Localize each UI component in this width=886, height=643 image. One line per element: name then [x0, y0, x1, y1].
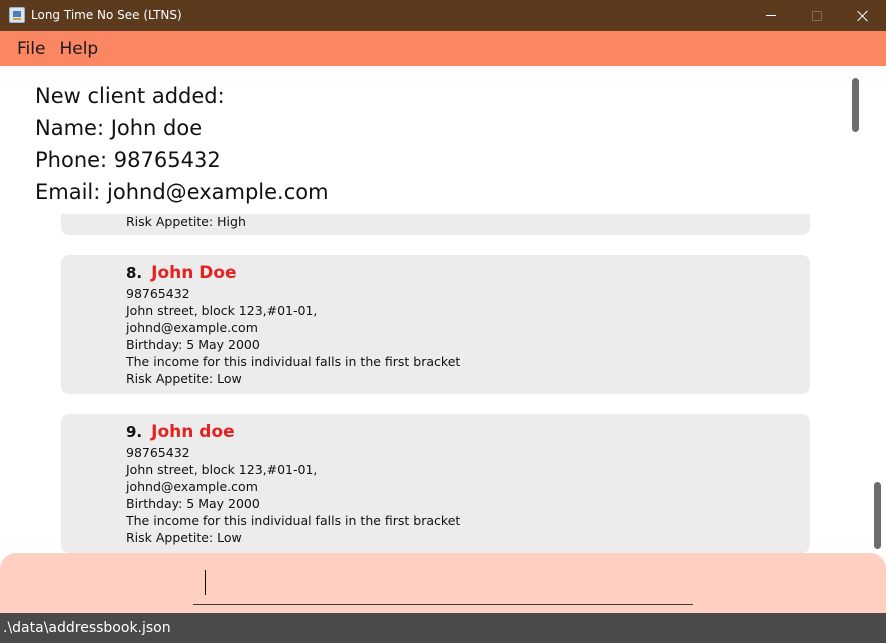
client-name: John Doe [151, 263, 237, 283]
client-card[interactable]: Risk Appetite: High [61, 214, 810, 235]
client-risk: Risk Appetite: High [126, 214, 246, 229]
client-list[interactable]: Risk Appetite: High 8. John Doe 98765432… [0, 214, 886, 553]
minimize-button[interactable] [748, 0, 794, 31]
client-income: The income for this individual falls in … [126, 354, 461, 369]
window-title: Long Time No See (LTNS) [31, 8, 182, 22]
save-location: .\data\addressbook.json [3, 620, 171, 636]
client-index: 9. [126, 423, 143, 441]
result-line: New client added: [35, 84, 225, 108]
result-line: Name: John doe [35, 116, 203, 140]
title-bar[interactable]: Long Time No See (LTNS) [0, 0, 886, 31]
client-card[interactable]: 8. John Doe 98765432 John street, block … [61, 255, 810, 394]
result-line: Phone: 98765432 [35, 148, 221, 172]
maximize-icon [812, 10, 822, 21]
close-button[interactable] [840, 0, 886, 31]
client-risk: Risk Appetite: Low [126, 371, 242, 386]
client-phone: 98765432 [126, 445, 190, 460]
client-name: John doe [151, 422, 235, 442]
command-input[interactable] [193, 563, 693, 605]
result-display: New client added: Name: John doe Phone: … [0, 66, 886, 214]
menu-file[interactable]: File [10, 39, 52, 59]
client-risk: Risk Appetite: Low [126, 530, 242, 545]
client-phone: 98765432 [126, 286, 190, 301]
client-list-scrollbar-thumb[interactable] [874, 482, 881, 549]
command-box [0, 553, 886, 613]
text-caret [205, 570, 206, 595]
app-icon [9, 7, 25, 23]
client-index: 8. [126, 264, 143, 282]
client-email: johnd@example.com [126, 479, 258, 494]
maximize-button[interactable] [794, 0, 840, 31]
client-address: John street, block 123,#01-01, [126, 303, 318, 318]
result-line: Email: johnd@example.com [35, 180, 329, 204]
client-address: John street, block 123,#01-01, [126, 462, 318, 477]
result-scrollbar-thumb[interactable] [852, 78, 859, 132]
close-icon [857, 10, 869, 22]
client-income: The income for this individual falls in … [126, 513, 461, 528]
minimize-icon [766, 15, 776, 16]
client-card[interactable]: 9. John doe 98765432 John street, block … [61, 414, 810, 553]
client-card-header: 9. John doe [126, 414, 810, 444]
client-email: johnd@example.com [126, 320, 258, 335]
status-bar: .\data\addressbook.json [0, 613, 886, 643]
client-card-header: 8. John Doe [126, 255, 810, 285]
client-birthday: Birthday: 5 May 2000 [126, 496, 260, 511]
menu-help[interactable]: Help [52, 39, 105, 59]
client-birthday: Birthday: 5 May 2000 [126, 337, 260, 352]
menu-bar: File Help [0, 31, 886, 66]
app-window: Long Time No See (LTNS) File Help New cl… [0, 0, 886, 643]
